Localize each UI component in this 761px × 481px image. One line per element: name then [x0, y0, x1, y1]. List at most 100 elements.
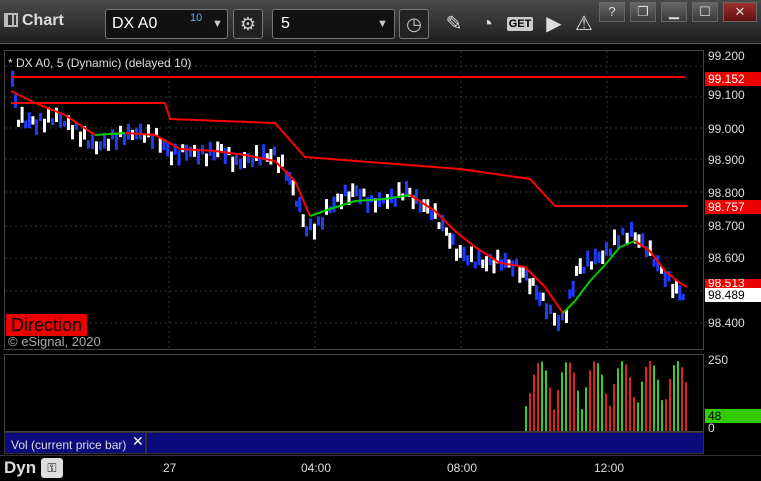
- volume-bar: [525, 406, 527, 431]
- pencil-icon[interactable]: ✎: [440, 9, 468, 39]
- price-bar: [541, 292, 545, 301]
- price-bar: [470, 246, 473, 263]
- volume-bar: [553, 409, 555, 431]
- chart-grid-icon: [4, 13, 18, 27]
- price-bar: [473, 261, 477, 269]
- price-bar: [605, 241, 608, 256]
- volume-label-strip: [146, 432, 704, 454]
- price-bar: [127, 123, 130, 140]
- price-bar: [390, 188, 393, 204]
- price-bar: [208, 141, 212, 156]
- price-bar: [415, 189, 418, 204]
- price-bar: [59, 112, 62, 128]
- price-axis[interactable]: 99.200 99.100 99.000 98.900 98.800 98.70…: [704, 49, 761, 350]
- price-bar: [571, 280, 575, 297]
- volume-bar: [609, 405, 611, 431]
- time-label: 12:00: [594, 461, 625, 475]
- price-label: 99.200: [708, 49, 745, 63]
- price-bar: [617, 235, 620, 249]
- price-bar: [91, 133, 94, 150]
- price-bar: [485, 256, 488, 272]
- price-bar: [511, 260, 515, 277]
- minimize-button[interactable]: ▁: [661, 2, 687, 22]
- volume-bar: [581, 409, 583, 431]
- price-bar: [458, 245, 462, 258]
- price-bar: [351, 183, 355, 198]
- close-study-icon[interactable]: ✕: [132, 433, 144, 450]
- price-bar: [87, 140, 90, 149]
- stop-line: [11, 102, 687, 207]
- price-bar: [14, 94, 17, 108]
- symbol-input[interactable]: DX A0 10 ▼: [105, 9, 228, 39]
- price-bar: [397, 182, 401, 198]
- price-bar: [503, 252, 507, 269]
- moving-average-line: [294, 180, 311, 217]
- price-bar: [24, 120, 28, 129]
- ma-value-tag: 98.513: [705, 279, 761, 288]
- copyright-text: © eSignal, 2020: [8, 334, 101, 349]
- settings-gear-icon[interactable]: ⚙: [233, 9, 263, 39]
- price-bar: [99, 141, 102, 151]
- price-bar: [549, 304, 552, 314]
- price-bar: [535, 285, 538, 300]
- chevron-down-icon[interactable]: ▼: [377, 18, 388, 30]
- price-bar: [678, 285, 682, 301]
- volume-bar: [661, 400, 663, 431]
- price-bar: [79, 131, 82, 147]
- close-button[interactable]: ✕: [723, 2, 757, 22]
- volume-bar: [545, 370, 547, 431]
- lock-icon[interactable]: ⚿: [41, 458, 63, 478]
- volume-bar: [533, 374, 535, 431]
- get-data-button[interactable]: GET: [505, 9, 535, 39]
- price-bar: [448, 232, 452, 249]
- dynamic-mode-label[interactable]: Dyn: [4, 458, 36, 478]
- price-bar: [538, 291, 542, 306]
- stop-high-tag: 99.152: [705, 72, 761, 86]
- price-chart-canvas[interactable]: [5, 51, 705, 351]
- price-bar: [355, 185, 358, 197]
- price-bar: [227, 147, 231, 156]
- price-bar: [273, 146, 276, 156]
- price-bar: [671, 283, 675, 299]
- moving-average-line: [574, 280, 591, 302]
- price-bar: [123, 133, 126, 145]
- chart-legend: * DX A0, 5 (Dynamic) (delayed 10): [8, 56, 192, 70]
- volume-canvas[interactable]: [5, 355, 705, 433]
- stop-mid-tag: 98.757: [705, 200, 761, 214]
- price-bar: [193, 144, 196, 157]
- price-bar: [362, 188, 366, 197]
- price-bar: [568, 289, 572, 299]
- price-bar: [663, 271, 667, 287]
- volume-pane[interactable]: [4, 354, 704, 432]
- price-bar: [545, 303, 548, 320]
- price-bar: [119, 125, 122, 138]
- price-label: 99.000: [708, 122, 745, 136]
- volume-bar: [629, 377, 631, 431]
- clock-icon[interactable]: ◷: [399, 9, 429, 39]
- moving-average-line: [562, 300, 576, 314]
- volume-bar: [645, 366, 647, 431]
- interval-select[interactable]: 5 ▼: [272, 9, 395, 39]
- price-bar: [223, 148, 227, 165]
- price-label: 98.900: [708, 153, 745, 167]
- play-icon[interactable]: ▶: [540, 9, 568, 39]
- price-bar: [601, 250, 605, 264]
- price-bar: [35, 119, 38, 136]
- time-axis[interactable]: [0, 455, 761, 481]
- studies-icon[interactable]: ◔: [472, 9, 502, 39]
- chevron-down-icon[interactable]: ▼: [212, 18, 223, 30]
- price-bar: [477, 249, 481, 266]
- volume-current-tag: 48: [705, 409, 761, 423]
- price-chart[interactable]: [4, 50, 705, 351]
- restore-button[interactable]: ❐: [630, 2, 656, 22]
- price-bar: [281, 154, 284, 167]
- volume-bar: [657, 379, 659, 431]
- volume-bar: [637, 402, 639, 431]
- price-bar: [625, 232, 629, 244]
- price-bar: [430, 210, 433, 221]
- help-button[interactable]: ?: [599, 2, 625, 22]
- maximize-button[interactable]: ☐: [692, 2, 718, 22]
- volume-bar: [677, 361, 679, 431]
- volume-bar: [621, 361, 623, 431]
- alert-triangle-icon[interactable]: ⚠: [570, 9, 598, 39]
